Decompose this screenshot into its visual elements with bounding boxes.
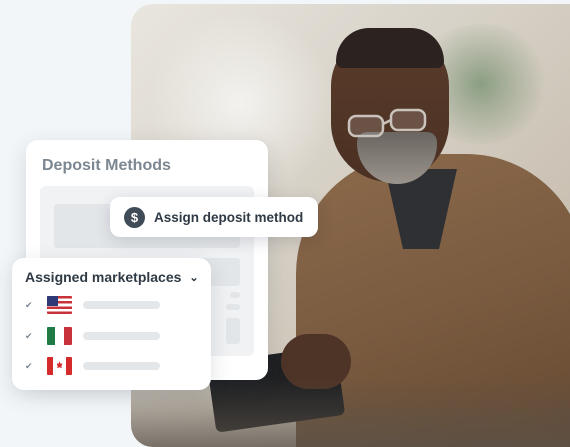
- assigned-marketplaces-card: Assigned marketplaces ⌄ ✔ ✔ ✔: [12, 258, 211, 390]
- chevron-down-icon: ⌄: [189, 271, 199, 284]
- marketplace-name-placeholder: [83, 301, 160, 309]
- dollar-icon: $: [124, 206, 145, 228]
- glasses-icon: [347, 108, 427, 138]
- assign-deposit-method-label: Assign deposit method: [154, 209, 304, 225]
- canada-flag-icon: [47, 357, 72, 375]
- marketplace-row-mexico: ✔: [25, 327, 160, 345]
- marketplace-row-canada: ✔: [25, 357, 160, 375]
- assigned-marketplaces-dropdown[interactable]: Assigned marketplaces ⌄: [25, 269, 199, 285]
- assigned-marketplaces-title: Assigned marketplaces: [25, 269, 182, 285]
- placeholder-block: [230, 292, 240, 298]
- assign-deposit-method-button[interactable]: $ Assign deposit method: [110, 197, 318, 237]
- marketplace-name-placeholder: [83, 362, 160, 370]
- placeholder-block: [226, 304, 240, 310]
- us-flag-icon: [47, 296, 72, 314]
- check-icon[interactable]: ✔: [25, 361, 35, 372]
- deposit-methods-title: Deposit Methods: [42, 157, 171, 174]
- check-icon[interactable]: ✔: [25, 300, 35, 311]
- check-icon[interactable]: ✔: [25, 331, 35, 342]
- marketplace-row-us: ✔: [25, 296, 160, 314]
- person-hair: [336, 28, 444, 68]
- placeholder-block: [226, 318, 240, 344]
- marketplace-name-placeholder: [83, 332, 160, 340]
- mexico-flag-icon: [47, 327, 72, 345]
